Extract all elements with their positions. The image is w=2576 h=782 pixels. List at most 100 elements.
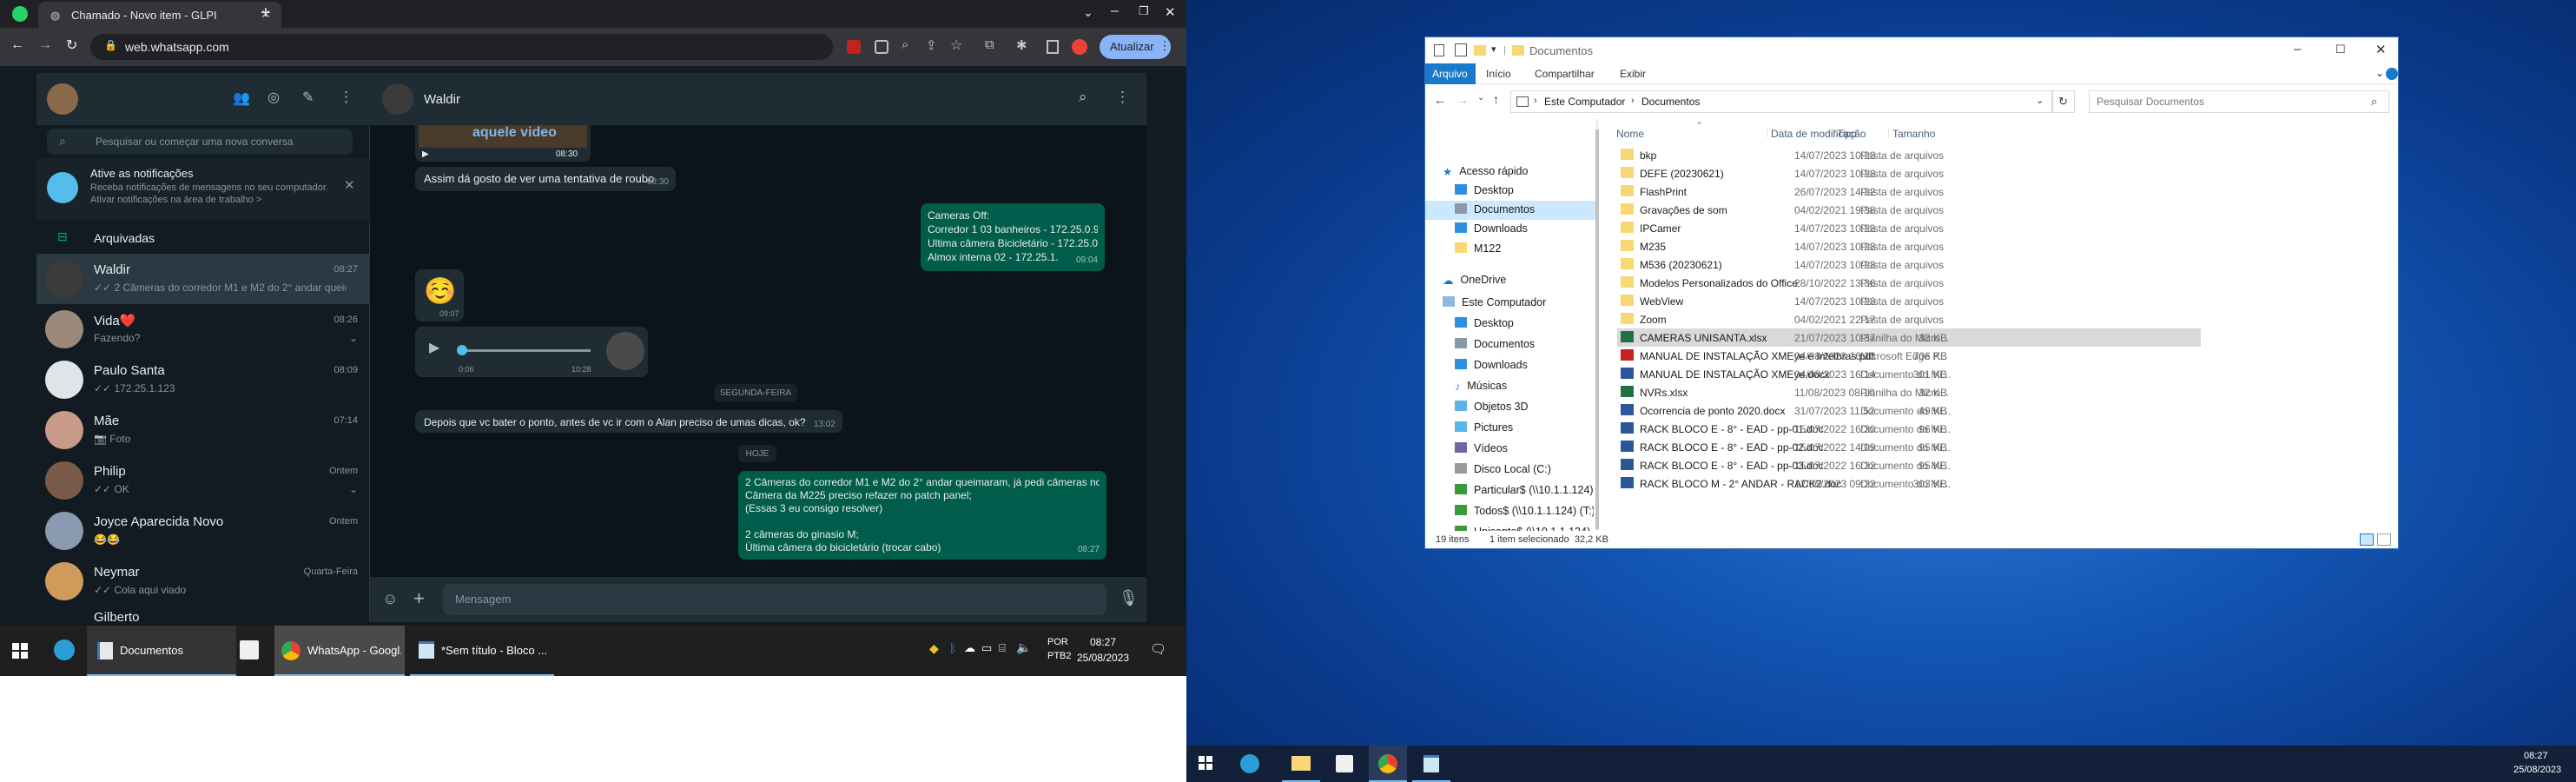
window-close-button[interactable]: ✕ — [2375, 42, 2387, 57]
address-bar[interactable]: › Este Computador › Documentos ⌄ — [1510, 90, 2052, 113]
sticker-message[interactable]: ☺️ 09:07 — [415, 269, 464, 321]
folder-row[interactable]: M235 14/07/2023 10:23 Pasta de arquivos — [1617, 237, 2201, 255]
file-row[interactable]: RACK BLOCO E - 8° - EAD - pp-01.doc 15/07… — [1617, 420, 2201, 438]
file-row[interactable]: MANUAL DE INSTALAÇÃO XMEye.docx 04/08/202… — [1617, 365, 2201, 383]
update-button[interactable]: Atualizar ⋮ — [1100, 35, 1171, 59]
chevron-down-icon[interactable]: ⌄ — [1477, 93, 1484, 103]
breadcrumb-item[interactable]: Documentos — [1641, 96, 1700, 108]
forward-icon[interactable]: → — [38, 37, 52, 53]
nav-pictures[interactable]: Pictures — [1455, 421, 1513, 434]
taskbar-item-store[interactable] — [1325, 746, 1364, 782]
avatar[interactable] — [382, 83, 413, 115]
chat-item-philip[interactable]: Philip Ontem ✓✓ OK ⌄ — [36, 455, 370, 506]
folder-row[interactable]: Gravações de som 04/02/2021 19:38 Pasta de… — [1617, 201, 2201, 219]
nav-3d-objects[interactable]: Objetos 3D — [1455, 401, 1529, 413]
network-icon[interactable]: ⌸ — [999, 641, 1006, 655]
edge-icon[interactable] — [54, 640, 75, 660]
star-icon[interactable]: ☆ — [950, 36, 962, 54]
new-tab-button[interactable]: + — [261, 3, 271, 23]
puzzle-icon[interactable]: ✱ — [1016, 37, 1027, 53]
clock-date[interactable]: 25/08/2023 — [2513, 765, 2561, 775]
profile-avatar[interactable] — [1072, 39, 1087, 55]
audio-message[interactable]: ▶ 0:06 10:28 — [415, 327, 648, 377]
reload-icon[interactable]: ↻ — [66, 36, 77, 54]
nav-documentos-pc[interactable]: Documentos — [1455, 338, 1535, 350]
nav-drive-todos[interactable]: Todos$ (\\10.1.1.124) (T:) — [1455, 505, 1594, 517]
file-row[interactable]: MANUAL DE INSTALAÇÃO XMEye e Intelbras.p… — [1617, 347, 2201, 365]
folder-row[interactable]: Zoom 04/02/2021 22:17 Pasta de arquivos — [1617, 310, 2201, 328]
window-close-button[interactable]: ✕ — [1165, 4, 1176, 20]
chevron-down-icon[interactable]: ⌄ — [349, 332, 358, 344]
taskbar-item-notepad[interactable]: *Sem título - Bloco ... — [410, 626, 554, 676]
chat-header[interactable]: Waldir ⌕ ⋮ — [370, 73, 1146, 125]
message-in[interactable]: Assim dá gosto de ver uma tentativa de r… — [415, 167, 676, 191]
folder-row[interactable]: Modelos Personalizados do Office 28/10/20… — [1617, 274, 2201, 292]
chat-item-vida[interactable]: Vida❤️ 08:26 Fazendo? ⌄ — [36, 304, 370, 355]
back-icon[interactable]: ← — [1434, 93, 1446, 107]
folder-row[interactable]: FlashPrint 26/07/2023 14:22 Pasta de arqui… — [1617, 182, 2201, 201]
chat-item-neymar[interactable]: Neymar Quarta-Feira ✓✓ Cola aqui viado — [36, 556, 370, 606]
nav-downloads-pc[interactable]: Downloads — [1455, 359, 1528, 371]
folder-row[interactable]: WebView 14/07/2023 10:23 Pasta de arquivos — [1617, 292, 2201, 310]
refresh-button[interactable]: ↻ — [2052, 90, 2075, 113]
chat-item-joyce[interactable]: Joyce Aparecida Novo Ontem 😂😂 — [36, 506, 370, 556]
search-input[interactable]: ⌕ Pesquisar ou começar uma nova conversa — [47, 129, 353, 155]
message-out-cameras-off[interactable]: Cameras Off: Corredor 1 03 banheiros - 1… — [921, 203, 1105, 271]
tab-search-icon[interactable]: ⧉ — [985, 37, 994, 52]
nav-m122[interactable]: M122 — [1455, 242, 1501, 255]
clock-date[interactable]: 25/08/2023 — [1077, 652, 1129, 664]
chevron-down-icon[interactable]: ⌄ — [1083, 5, 1093, 20]
taskbar-item-notepad[interactable] — [1412, 746, 1450, 782]
communities-icon[interactable]: 👥 — [233, 89, 250, 107]
folder-row[interactable]: bkp 14/07/2023 10:23 Pasta de arquivos — [1617, 146, 2201, 164]
maximize-button[interactable]: ❐ — [1139, 4, 1149, 18]
nav-videos[interactable]: Vídeos — [1455, 442, 1508, 454]
folder-row[interactable]: M536 (20230621) 14/07/2023 10:23 Pasta de … — [1617, 255, 2201, 274]
clock-time[interactable]: 08:27 — [2524, 751, 2548, 761]
play-icon[interactable]: ▶ — [429, 341, 439, 356]
column-size[interactable]: Tamanho — [1892, 128, 1935, 140]
audio-slider-handle[interactable] — [457, 345, 467, 355]
share-icon[interactable]: ⇪ — [926, 37, 937, 53]
notification-banner[interactable]: Ative as notificações Receba notificaçõe… — [36, 158, 370, 221]
file-row[interactable]: RACK BLOCO E - 8° - EAD - pp-02.doc 15/07… — [1617, 438, 2201, 456]
search-icon[interactable]: ⌕ — [1079, 89, 1087, 106]
keyboard-layout[interactable]: PTB2 — [1047, 651, 1072, 661]
video-message[interactable]: aquele video ▶ 08:30 — [415, 125, 591, 162]
nav-local-disk[interactable]: Disco Local (C:) — [1455, 463, 1551, 475]
extension-icon[interactable] — [847, 40, 861, 54]
audio-progress[interactable] — [460, 349, 591, 352]
properties-icon[interactable] — [1434, 44, 1444, 56]
folder-row[interactable]: IPCamer 14/07/2023 10:23 Pasta de arquivos — [1617, 219, 2201, 237]
file-row[interactable]: NVRs.xlsx 11/08/2023 08:10 Planilha do Mic… — [1617, 383, 2201, 401]
bluetooth-icon[interactable]: ᛒ — [949, 641, 956, 655]
edge-icon[interactable] — [1240, 754, 1259, 773]
chat-item-gilberto[interactable]: Gilberto — [36, 606, 370, 622]
help-icon[interactable] — [2386, 68, 2398, 80]
archived-row[interactable]: ⊟ Arquivadas — [36, 221, 370, 254]
chevron-down-icon[interactable]: ▾ — [1491, 43, 1496, 55]
nav-desktop[interactable]: Desktop — [1455, 184, 1514, 196]
attach-icon[interactable]: + — [413, 587, 425, 610]
tab-inicio[interactable]: Início — [1486, 68, 1511, 80]
nav-this-pc[interactable]: Este Computador — [1443, 296, 1546, 308]
notification-icon[interactable]: 🗨 — [1150, 641, 1166, 657]
tray-app-icon[interactable]: ◆ — [929, 641, 939, 656]
chat-item-paulo[interactable]: Paulo Santa 08:09 ✓✓ 172.25.1.123 — [36, 355, 370, 405]
notif-link[interactable]: Ativar notificações na área de trabalho … — [90, 195, 334, 205]
file-row[interactable]: RACK BLOCO E - 8° - EAD - pp-03.doc 15/07… — [1617, 456, 2201, 474]
back-icon[interactable]: ← — [10, 37, 24, 53]
scrollbar-thumb[interactable] — [1595, 129, 1599, 529]
details-view-icon[interactable] — [2360, 533, 2374, 546]
volume-icon[interactable]: 🔈 — [1016, 640, 1031, 655]
minimize-button[interactable]: – — [1111, 3, 1119, 19]
message-out-cameras[interactable]: 2 Câmeras do corredor M1 e M2 do 2° anda… — [738, 471, 1106, 560]
folder-row[interactable]: DEFE (20230621) 14/07/2023 10:23 Pasta de … — [1617, 164, 2201, 182]
nav-downloads[interactable]: Downloads — [1455, 222, 1528, 235]
taskbar-item-whatsapp[interactable]: WhatsApp - Googl... — [274, 626, 405, 676]
chevron-down-icon[interactable]: ⌄ — [2375, 67, 2384, 79]
taskbar-item-documentos[interactable]: Documentos — [87, 626, 236, 676]
nav-drive-particular[interactable]: Particular$ (\\10.1.1.124) ( — [1455, 484, 1594, 496]
close-icon[interactable]: ✕ — [344, 177, 355, 193]
tab-arquivo[interactable]: Arquivo — [1425, 63, 1476, 84]
